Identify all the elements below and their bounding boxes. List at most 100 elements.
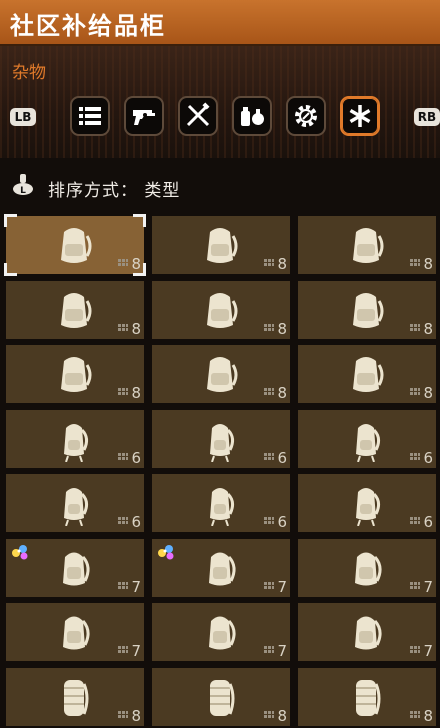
- small-backpack-icon: [64, 488, 89, 526]
- inventory-slot[interactable]: 8: [6, 280, 144, 339]
- inventory-slot[interactable]: 6: [152, 474, 290, 532]
- stack-count-icon: [118, 646, 128, 653]
- stack-count-icon: [264, 323, 274, 331]
- item-quantity: 6: [423, 448, 433, 467]
- sort-option[interactable]: 排序方式： 类型: [48, 176, 180, 201]
- gear-icon: [295, 105, 317, 127]
- medium-backpack-icon: [209, 552, 236, 585]
- inventory-slot[interactable]: 8: [152, 667, 290, 726]
- stack-count-icon: [410, 646, 420, 653]
- stack-count-icon: [410, 581, 420, 589]
- medium-backpack-icon: [63, 616, 90, 650]
- stack-count-icon: [264, 452, 274, 460]
- inventory-slot[interactable]: 8: [6, 345, 144, 403]
- inventory-slot[interactable]: 8: [152, 216, 290, 274]
- item-quantity: 6: [131, 448, 141, 467]
- asterisk-icon: [349, 105, 371, 127]
- stack-count-icon: [118, 388, 128, 395]
- stack-count-icon: [118, 452, 128, 460]
- stack-count-icon: [410, 710, 420, 718]
- stack-count-icon: [118, 581, 128, 589]
- tab-consumables[interactable]: [232, 96, 272, 136]
- inventory-slot[interactable]: 7: [6, 538, 144, 597]
- inventory-slot[interactable]: 8: [298, 280, 436, 339]
- revolver-icon: [133, 110, 155, 125]
- inventory-slot[interactable]: 7: [152, 538, 290, 597]
- item-quantity: 7: [131, 642, 141, 660]
- inventory-slot[interactable]: 8: [152, 280, 290, 339]
- item-quantity: 8: [131, 384, 141, 402]
- stack-count-icon: [264, 517, 274, 524]
- large-backpack-icon: [207, 357, 238, 392]
- item-quantity: 6: [131, 513, 141, 531]
- medium-backpack-icon: [355, 616, 382, 650]
- inventory-slot[interactable]: 7: [6, 603, 144, 661]
- small-backpack-icon: [210, 423, 235, 462]
- frame-backpack-icon: [356, 679, 381, 716]
- inventory-slot[interactable]: 6: [298, 409, 436, 468]
- left-stick-icon[interactable]: L: [12, 174, 34, 198]
- stack-count-icon: [118, 259, 128, 266]
- selection-corner: [133, 214, 146, 227]
- inventory-slot[interactable]: 8: [152, 345, 290, 403]
- stack-count-icon: [264, 646, 274, 653]
- item-quantity: 8: [423, 319, 433, 338]
- large-backpack-icon: [353, 228, 384, 263]
- consumables-icon: [241, 107, 264, 126]
- tab-melee-tools[interactable]: [178, 96, 218, 136]
- frame-backpack-icon: [210, 679, 235, 716]
- stack-count-icon: [264, 388, 274, 395]
- inventory-slot[interactable]: 7: [298, 538, 436, 597]
- lb-bumper-button[interactable]: LB: [10, 108, 36, 126]
- inventory-slot[interactable]: 8: [298, 345, 436, 403]
- stack-count-icon: [410, 388, 420, 395]
- stack-count-icon: [264, 259, 274, 266]
- selection-corner: [4, 214, 17, 227]
- item-quantity: 6: [277, 448, 287, 467]
- stack-count-icon: [264, 710, 274, 718]
- inventory-slot[interactable]: 7: [298, 603, 436, 661]
- item-quantity: 8: [277, 319, 287, 338]
- item-quantity: 7: [423, 577, 433, 596]
- item-quantity: 8: [131, 706, 141, 725]
- crossed-tools-icon: [186, 102, 210, 127]
- medium-backpack-icon: [209, 616, 236, 650]
- stack-count-icon: [118, 323, 128, 331]
- rb-bumper-button[interactable]: RB: [414, 108, 440, 126]
- stack-count-icon: [264, 581, 274, 589]
- stack-count-icon: [118, 517, 128, 524]
- inventory-slot[interactable]: 6: [152, 409, 290, 468]
- stack-count-icon: [410, 323, 420, 331]
- large-backpack-icon: [61, 228, 92, 263]
- tab-equipment[interactable]: [286, 96, 326, 136]
- stack-count-icon: [118, 710, 128, 718]
- inventory-slot[interactable]: 8: [4, 214, 146, 276]
- medium-backpack-icon: [355, 552, 382, 585]
- large-backpack-icon: [207, 292, 238, 328]
- title-bar: 社区补给品柜: [0, 0, 440, 46]
- inventory-slot[interactable]: 8: [298, 216, 436, 274]
- item-quantity: 6: [277, 513, 287, 531]
- inventory-slot[interactable]: 6: [6, 474, 144, 532]
- large-backpack-icon: [207, 228, 238, 263]
- item-quantity: 8: [423, 384, 433, 402]
- inventory-slot[interactable]: 6: [298, 474, 436, 532]
- item-quantity: 8: [277, 384, 287, 402]
- inventory-slot[interactable]: 8: [298, 667, 436, 726]
- item-quantity: 7: [131, 577, 141, 596]
- large-backpack-icon: [353, 292, 384, 328]
- small-backpack-icon: [356, 423, 381, 462]
- medium-backpack-icon: [63, 552, 90, 585]
- item-quantity: 7: [423, 642, 433, 660]
- inventory-slot[interactable]: 7: [152, 603, 290, 661]
- svg-text:L: L: [20, 186, 26, 196]
- inventory-slot[interactable]: 8: [6, 667, 144, 726]
- item-quantity: 6: [423, 513, 433, 531]
- tab-all-items[interactable]: [70, 96, 110, 136]
- large-backpack-icon: [353, 357, 384, 392]
- small-backpack-icon: [210, 488, 235, 526]
- tab-weapons[interactable]: [124, 96, 164, 136]
- stack-count-icon: [410, 517, 420, 524]
- tab-miscellaneous[interactable]: [340, 96, 380, 136]
- inventory-slot[interactable]: 6: [6, 409, 144, 468]
